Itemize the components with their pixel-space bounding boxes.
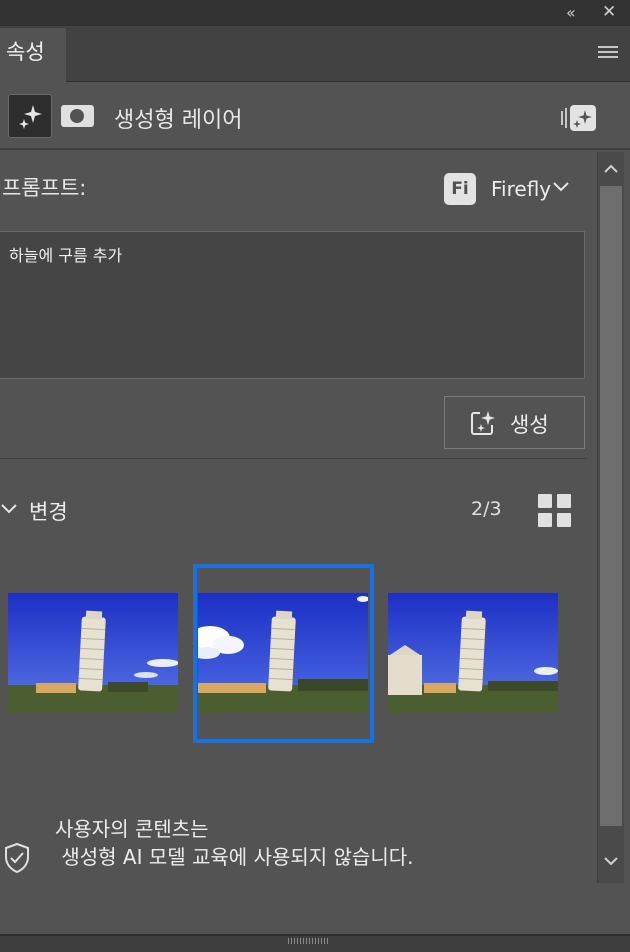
prompt-label: 프롬프트: [2, 176, 87, 200]
variation-counter: 2/3 [471, 498, 502, 520]
chevron-down-icon[interactable] [0, 500, 18, 519]
scrollbar-thumb[interactable] [600, 186, 622, 826]
divider [0, 458, 587, 459]
tab-properties-label: 속성 [6, 40, 45, 64]
privacy-notice: 사용자의 콘텐츠는 생성형 AI 모델 교육에 사용되지 않습니다. [55, 815, 413, 871]
panel-title-bar [0, 0, 630, 26]
double-chevron-left-icon[interactable]: ‹‹ [566, 3, 576, 22]
resize-grip[interactable] [288, 938, 328, 944]
privacy-notice-line2: 생성형 AI 모델 교육에 사용되지 않습니다. [55, 845, 414, 869]
close-icon[interactable]: ✕ [602, 2, 616, 22]
generative-layer-button[interactable] [8, 94, 52, 138]
variation-thumbnail[interactable] [388, 593, 558, 713]
generate-sparkle-icon [470, 410, 496, 440]
mask-icon[interactable] [61, 105, 94, 127]
prompt-input-value: 하늘에 구름 추가 [9, 246, 123, 265]
sparkle-icon [19, 105, 42, 129]
variations-label[interactable]: 변경 [29, 496, 68, 526]
divider [0, 148, 630, 150]
privacy-notice-line1: 사용자의 콘텐츠는 [55, 817, 209, 841]
shield-icon [4, 842, 30, 878]
scroll-down-arrow-icon[interactable] [602, 852, 620, 871]
generative-layer-icon[interactable] [560, 103, 598, 137]
chevron-down-icon[interactable] [552, 178, 570, 197]
tab-bar [0, 26, 630, 82]
scroll-up-arrow-icon[interactable] [602, 160, 620, 179]
variation-thumbnail[interactable] [8, 593, 178, 713]
layer-type-label: 생성형 레이어 [114, 108, 243, 133]
selected-variation-frame [193, 564, 374, 743]
firefly-logo: Fi [444, 173, 476, 205]
hamburger-menu-icon[interactable] [598, 46, 618, 61]
grid-view-icon[interactable] [538, 494, 571, 527]
model-select[interactable]: Firefly [491, 177, 551, 201]
generate-button-label: 생성 [510, 413, 549, 437]
